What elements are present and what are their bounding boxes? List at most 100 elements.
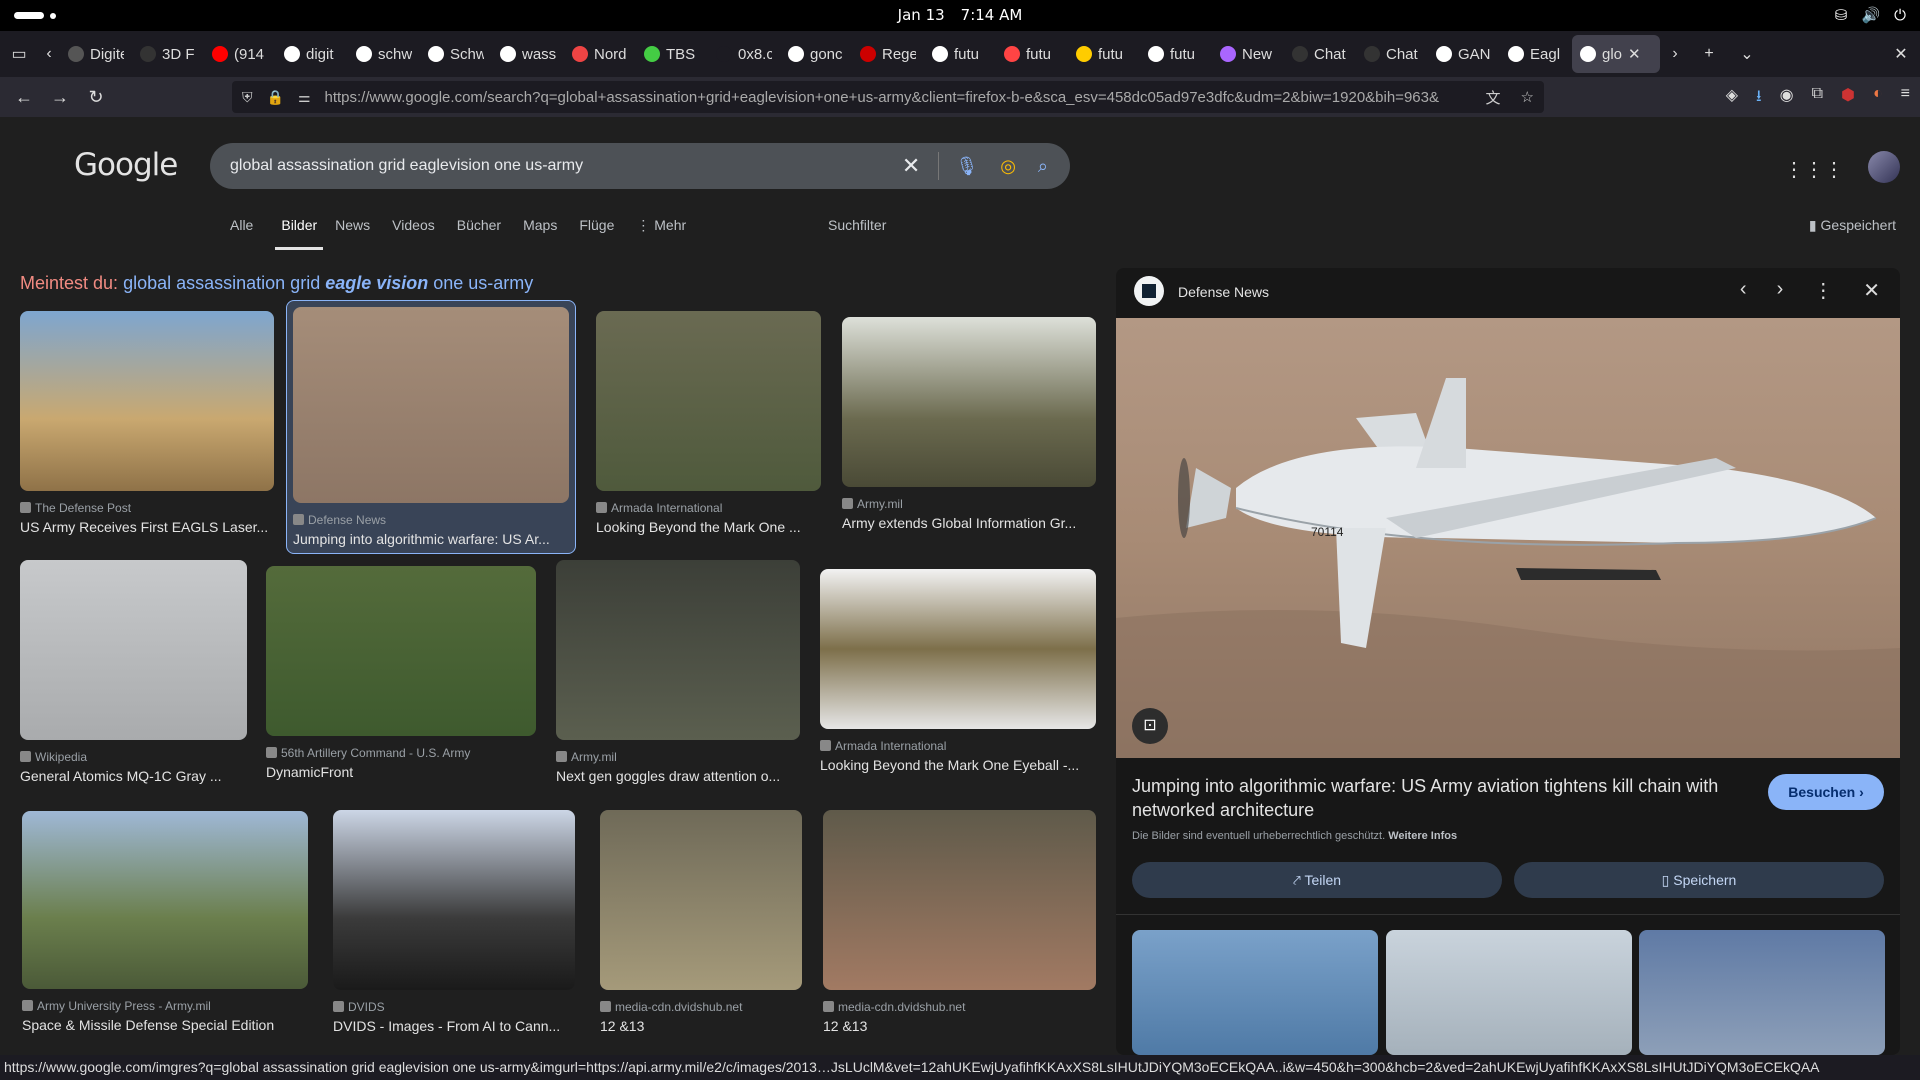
browser-tab[interactable]: Digitec: [60, 35, 132, 73]
pocket-icon[interactable]: ◈: [1726, 85, 1738, 112]
search-filter-button[interactable]: Suchfilter: [828, 217, 886, 233]
url-bar[interactable]: ⛨ 🔒 ⚌ https://www.google.com/search?q=gl…: [232, 81, 1544, 113]
result-thumbnail[interactable]: [600, 810, 802, 990]
image-result[interactable]: Army.mil Next gen goggles draw attention …: [556, 560, 800, 784]
avatar[interactable]: [1868, 151, 1900, 183]
network-icon[interactable]: ⛁: [1835, 6, 1848, 24]
image-result[interactable]: Wikipedia General Atomics MQ-1C Gray ...: [20, 560, 247, 784]
result-title[interactable]: Next gen goggles draw attention o...: [556, 768, 800, 784]
browser-tab[interactable]: TBS: [636, 35, 708, 73]
permissions-icon[interactable]: ⚌: [298, 89, 311, 106]
result-title[interactable]: US Army Receives First EAGLS Laser...: [20, 519, 274, 535]
search-tab[interactable]: Alle: [230, 213, 263, 250]
browser-tab[interactable]: Chat: [1356, 35, 1428, 73]
search-tab[interactable]: Maps: [523, 213, 567, 250]
image-result[interactable]: media-cdn.dvidshub.net 12 &13: [600, 810, 802, 1034]
browser-tab[interactable]: Rege: [852, 35, 924, 73]
google-logo[interactable]: Google: [74, 147, 178, 183]
browser-tab[interactable]: 0x8.ch/: [708, 35, 780, 73]
share-button[interactable]: ⤤ Teilen: [1132, 862, 1502, 898]
result-source[interactable]: 56th Artillery Command - U.S. Army: [266, 746, 536, 760]
result-source[interactable]: DVIDS: [333, 1000, 575, 1014]
result-thumbnail[interactable]: [333, 810, 575, 990]
image-result[interactable]: 56th Artillery Command - U.S. Army Dynami…: [266, 566, 536, 780]
next-icon[interactable]: ›: [1777, 278, 1784, 303]
result-thumbnail[interactable]: [293, 307, 569, 503]
search-tab[interactable]: Videos: [392, 213, 445, 250]
more-options-icon[interactable]: ⋮: [1813, 278, 1833, 303]
image-result[interactable]: Defense News Jumping into algorithmic war…: [286, 300, 576, 554]
scroll-tabs-left-icon[interactable]: ‹: [38, 45, 60, 63]
apps-icon[interactable]: ⋮⋮⋮: [1784, 157, 1844, 182]
result-thumbnail[interactable]: [820, 569, 1096, 729]
saved-button[interactable]: ▮ Gespeichert: [1809, 217, 1896, 234]
result-title[interactable]: DVIDS - Images - From AI to Cann...: [333, 1018, 575, 1034]
result-source[interactable]: Armada International: [596, 501, 821, 515]
browser-tab[interactable]: (914: [204, 35, 276, 73]
reload-icon[interactable]: ↻: [78, 87, 114, 108]
url-text[interactable]: https://www.google.com/search?q=global+a…: [325, 89, 1476, 106]
browser-tab[interactable]: New: [1212, 35, 1284, 73]
result-title[interactable]: Looking Beyond the Mark One ...: [596, 519, 821, 535]
source-name[interactable]: Defense News: [1178, 284, 1269, 300]
result-title[interactable]: DynamicFront: [266, 764, 536, 780]
result-source[interactable]: Army.mil: [556, 750, 800, 764]
lock-icon[interactable]: 🔒: [267, 89, 284, 106]
browser-tab[interactable]: gonc: [780, 35, 852, 73]
image-result[interactable]: Armada International Looking Beyond the M…: [820, 569, 1096, 773]
search-box[interactable]: global assassination grid eaglevision on…: [210, 143, 1070, 189]
search-tab[interactable]: Flüge: [579, 213, 624, 250]
save-button[interactable]: ▯ Speichern: [1514, 862, 1884, 898]
translate-icon[interactable]: 文: [1486, 87, 1501, 108]
preview-image[interactable]: 70114 ⊡: [1116, 318, 1900, 758]
volume-icon[interactable]: 🔊: [1861, 6, 1880, 24]
browser-tab[interactable]: Nord: [564, 35, 636, 73]
more-info-link[interactable]: Weitere Infos: [1388, 830, 1457, 842]
result-source[interactable]: The Defense Post: [20, 501, 274, 515]
lens-search-icon[interactable]: ⊡: [1132, 708, 1168, 744]
result-source[interactable]: media-cdn.dvidshub.net: [600, 1000, 802, 1014]
related-image-1[interactable]: [1132, 930, 1378, 1055]
image-result[interactable]: Armada International Looking Beyond the M…: [596, 311, 821, 535]
power-icon[interactable]: ⏻: [1894, 6, 1906, 24]
forward-icon[interactable]: →: [42, 87, 78, 108]
browser-tab[interactable]: 3D F: [132, 35, 204, 73]
search-tab[interactable]: ⋮ Mehr: [636, 213, 696, 250]
result-thumbnail[interactable]: [823, 810, 1096, 990]
result-title[interactable]: Jumping into algorithmic warfare: US Ar.…: [293, 531, 569, 547]
image-result[interactable]: media-cdn.dvidshub.net 12 &13: [823, 810, 1096, 1034]
result-thumbnail[interactable]: [842, 317, 1096, 487]
account-icon[interactable]: ◉: [1780, 85, 1794, 112]
browser-tab[interactable]: digit: [276, 35, 348, 73]
result-thumbnail[interactable]: [20, 311, 274, 491]
lens-icon[interactable]: ◎: [1000, 156, 1016, 177]
image-result[interactable]: Army.mil Army extends Global Information …: [842, 317, 1096, 531]
close-window-icon[interactable]: ✕: [1882, 44, 1920, 64]
new-tab-icon[interactable]: +: [1690, 45, 1728, 63]
browser-tab[interactable]: GAN: [1428, 35, 1500, 73]
result-thumbnail[interactable]: [20, 560, 247, 740]
result-title[interactable]: 12 &13: [600, 1018, 802, 1034]
tab-overview-icon[interactable]: ▭: [0, 44, 38, 64]
result-title[interactable]: Space & Missile Defense Special Edition: [22, 1017, 308, 1033]
list-tabs-icon[interactable]: ⌄: [1728, 44, 1766, 64]
browser-tab[interactable]: futu: [1140, 35, 1212, 73]
back-icon[interactable]: ←: [6, 87, 42, 108]
clear-icon[interactable]: ✕: [902, 153, 920, 179]
search-tab[interactable]: Bilder: [275, 213, 324, 250]
image-result[interactable]: The Defense Post US Army Receives First E…: [20, 311, 274, 535]
result-source[interactable]: Armada International: [820, 739, 1096, 753]
previous-icon[interactable]: ‹: [1740, 278, 1747, 303]
result-source[interactable]: media-cdn.dvidshub.net: [823, 1000, 1096, 1014]
related-image-2[interactable]: [1386, 930, 1632, 1055]
search-tab[interactable]: News: [335, 213, 380, 250]
browser-tab[interactable]: futu: [996, 35, 1068, 73]
result-title[interactable]: 12 &13: [823, 1018, 1096, 1034]
ublock-icon[interactable]: ⬢: [1841, 85, 1855, 112]
search-icon[interactable]: ⌕: [1038, 156, 1048, 177]
search-tab[interactable]: Bücher: [457, 213, 511, 250]
result-source[interactable]: Army University Press - Army.mil: [22, 999, 308, 1013]
result-title[interactable]: Army extends Global Information Gr...: [842, 515, 1096, 531]
result-source[interactable]: Defense News: [293, 513, 569, 527]
addon-icon[interactable]: ◐: [1873, 85, 1883, 112]
